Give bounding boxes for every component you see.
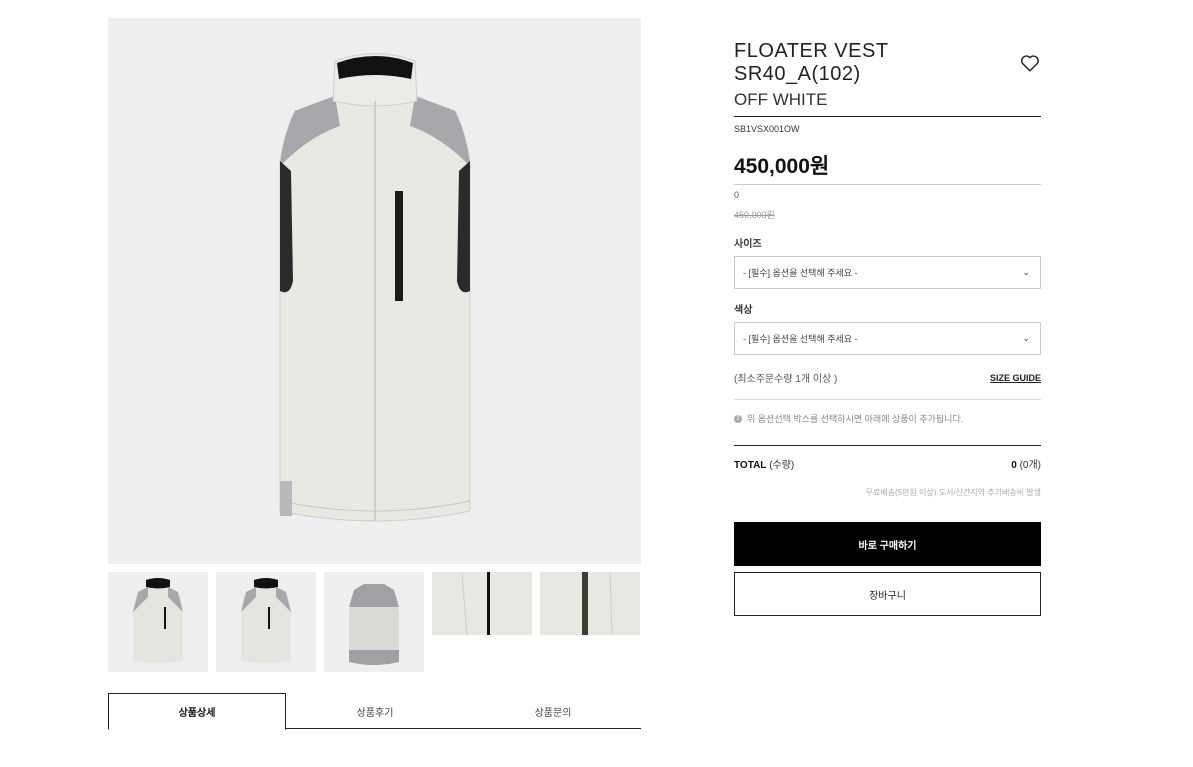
product-info-panel: FLOATER VEST SR40_A(102) OFF WHITE SB1VS… (734, 40, 1041, 616)
info-icon: ! (734, 414, 742, 423)
price-zero-value: 0 (734, 190, 740, 200)
total-value-group: 0 (0개) (1011, 456, 1041, 471)
color-select-value: - [필수] 옵션을 선택해 주세요 - (743, 334, 858, 344)
total-label-group: TOTAL (수량) (734, 456, 794, 471)
add-to-cart-button[interactable]: 장바구니 (734, 572, 1041, 616)
thumbnail-strip (108, 572, 641, 672)
title-row: FLOATER VEST SR40_A(102) (734, 40, 1041, 85)
size-option-label: 사이즈 (734, 239, 762, 250)
chevron-down-icon: ⌄ (1022, 267, 1030, 277)
heart-icon[interactable] (1019, 52, 1041, 74)
size-select-value: - [필수] 옵션을 선택해 주세요 - (743, 268, 858, 278)
min-order-row: (최소주문수량 1개 이상 ) SIZE GUIDE (734, 370, 1041, 400)
thumbnail-front[interactable] (108, 572, 208, 672)
shipping-note: 무료배송(5만원 이상) 도서/산간지역 추가배송비 발생 (865, 488, 1041, 497)
size-select[interactable]: - [필수] 옵션을 선택해 주세요 - ⌄ (734, 256, 1041, 289)
option-notice: ! 위 옵션선택 박스를 선택하시면 아래에 상품이 추가됩니다. (734, 412, 1041, 446)
tab-reviews[interactable]: 상품후기 (286, 693, 464, 729)
total-qty-label: (수량) (769, 460, 795, 471)
product-color-name: OFF WHITE (734, 90, 1041, 117)
notice-text: 위 옵션선택 박스를 선택하시면 아래에 상품이 추가됩니다. (747, 414, 964, 424)
total-label: TOTAL (734, 460, 767, 471)
total-row: TOTAL (수량) 0 (0개) (734, 456, 1041, 471)
chevron-down-icon: ⌄ (1022, 333, 1030, 343)
vest-illustration (279, 53, 470, 522)
product-tabs: 상품상세 상품후기 상품문의 (108, 693, 642, 730)
color-option-label: 색상 (734, 305, 753, 316)
total-count: (0개) (1019, 460, 1041, 471)
thumbnail-detail-zipper[interactable] (432, 572, 532, 635)
thumbnail-detail-side[interactable] (540, 572, 640, 635)
main-product-image (108, 18, 641, 564)
color-select[interactable]: - [필수] 옵션을 선택해 주세요 - ⌄ (734, 322, 1041, 355)
product-code: SB1VSX001OW (734, 124, 800, 134)
tab-detail[interactable]: 상품상세 (108, 693, 286, 730)
original-price: 450,000원 (734, 210, 775, 220)
product-price: 450,000원 (734, 150, 1041, 185)
thumbnail-front-alt[interactable] (216, 572, 316, 672)
buy-now-button[interactable]: 바로 구매하기 (734, 522, 1041, 566)
size-guide-link[interactable]: SIZE GUIDE (990, 373, 1041, 383)
total-value: 0 (1011, 460, 1017, 471)
min-order-text: (최소주문수량 1개 이상 ) (734, 374, 838, 385)
tab-inquiry[interactable]: 상품문의 (464, 693, 642, 729)
product-title: FLOATER VEST SR40_A(102) (734, 40, 889, 85)
thumbnail-back[interactable] (324, 572, 424, 672)
